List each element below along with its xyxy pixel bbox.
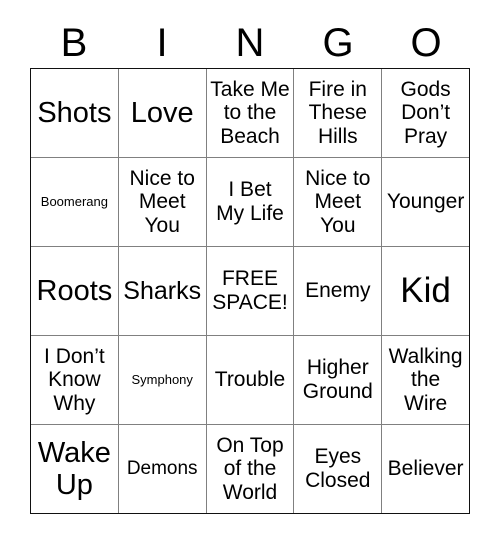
bingo-cell-label: Sharks [123, 277, 202, 305]
bingo-header: B I N G O [30, 18, 470, 68]
bingo-cell[interactable]: Wake Up [31, 425, 118, 513]
bingo-cell[interactable]: Believer [382, 425, 469, 513]
bingo-cell[interactable]: Trouble [206, 336, 294, 424]
bingo-grid: Shots Love Take Me to the Beach Fire in The… [30, 68, 470, 514]
bingo-cell[interactable]: FREE SPACE! [206, 247, 294, 335]
bingo-cell[interactable]: Higher Ground [294, 336, 382, 424]
bingo-cell-label: Take Me to the Beach [210, 77, 290, 148]
bingo-cell[interactable]: On Top of the World [206, 425, 294, 513]
bingo-cell[interactable]: Walking the Wire [382, 336, 469, 424]
bingo-card: B I N G O Shots Love Take Me to the Beach F… [0, 0, 500, 544]
bingo-cell-label: Shots [37, 96, 112, 129]
bingo-cell[interactable]: Fire in These Hills [294, 69, 382, 157]
bingo-cell[interactable]: Eyes Closed [294, 425, 382, 513]
bingo-cell-label: Gods Don’t Pray [400, 77, 451, 148]
bingo-cell[interactable]: I Don’t Know Why [31, 336, 118, 424]
bingo-cell-label: Roots [36, 274, 113, 307]
bingo-header-letter-o: O [410, 21, 442, 65]
bingo-cell[interactable]: Enemy [294, 247, 382, 335]
bingo-cell[interactable]: Love [118, 69, 206, 157]
bingo-cell[interactable]: Gods Don’t Pray [382, 69, 469, 157]
bingo-cell[interactable]: Nice to Meet You [294, 158, 382, 246]
bingo-cell[interactable]: Nice to Meet You [118, 158, 206, 246]
bingo-cell[interactable]: Boomerang [31, 158, 118, 246]
bingo-cell-label: Higher Ground [302, 356, 373, 403]
bingo-cell-label: Demons [126, 458, 198, 480]
bingo-cell-label: Kid [400, 271, 451, 311]
bingo-cell-label: Enemy [305, 279, 371, 303]
bingo-cell-label: On Top of the World [216, 433, 284, 504]
bingo-cell[interactable]: I Bet My Life [206, 158, 294, 246]
bingo-cell-label: Eyes Closed [305, 445, 371, 492]
bingo-cell-label: Fire in These Hills [308, 77, 367, 148]
bingo-cell[interactable]: Roots [31, 247, 118, 335]
bingo-cell-label: Believer [387, 457, 464, 481]
bingo-header-letter-i: I [156, 21, 168, 65]
bingo-cell-label: Symphony [131, 371, 193, 387]
bingo-header-letter-n: N [235, 21, 265, 65]
bingo-cell-label: Boomerang [40, 193, 108, 209]
bingo-cell-label: FREE SPACE! [212, 267, 288, 314]
bingo-cell[interactable]: Symphony [118, 336, 206, 424]
bingo-header-letter-g: G [322, 21, 354, 65]
bingo-cell-label: Nice to Meet You [129, 166, 195, 237]
bingo-cell-label: Walking the Wire [388, 344, 463, 415]
bingo-cell[interactable]: Sharks [118, 247, 206, 335]
bingo-cell[interactable]: Kid [382, 247, 469, 335]
bingo-cell-label: Younger [386, 190, 465, 214]
bingo-cell[interactable]: Shots [31, 69, 118, 157]
bingo-cell-label: Nice to Meet You [305, 166, 371, 237]
bingo-cell[interactable]: Take Me to the Beach [206, 69, 294, 157]
bingo-cell-label: I Bet My Life [216, 178, 284, 225]
bingo-cell-label: Love [130, 96, 194, 129]
bingo-cell-label: Wake Up [37, 436, 111, 501]
bingo-header-letter-b: B [60, 21, 88, 65]
bingo-cell-label: I Don’t Know Why [44, 344, 105, 415]
bingo-cell[interactable]: Younger [382, 158, 469, 246]
bingo-cell-label: Trouble [214, 368, 286, 392]
bingo-cell[interactable]: Demons [118, 425, 206, 513]
